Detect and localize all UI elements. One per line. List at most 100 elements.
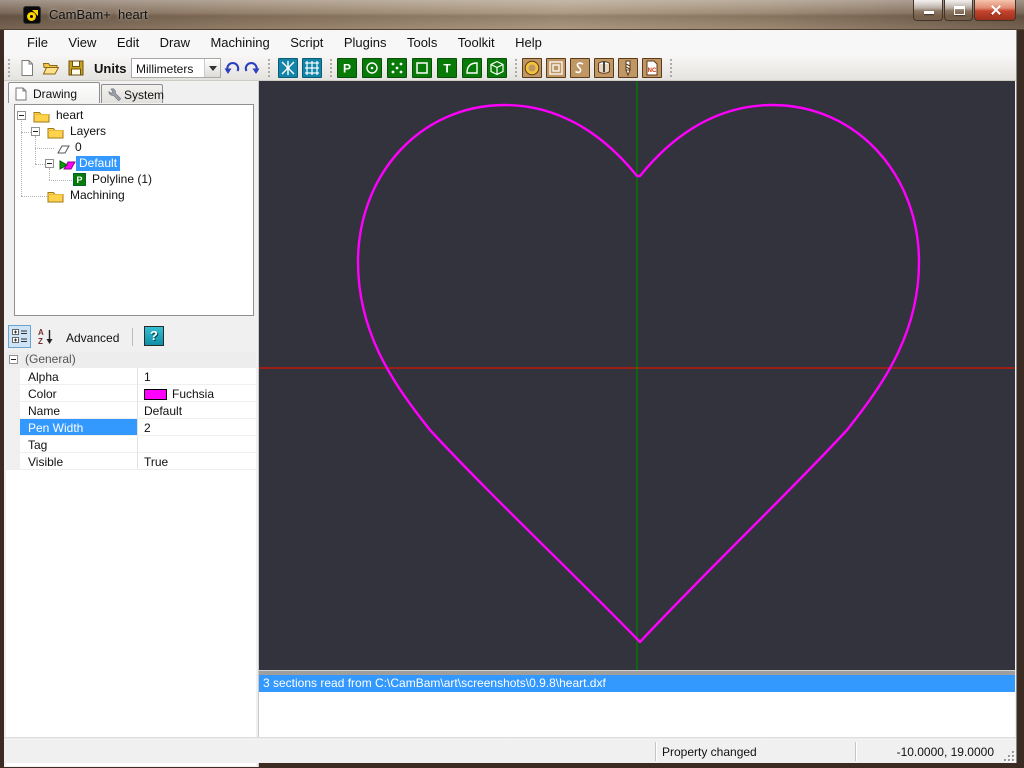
menu-draw[interactable]: Draw [152, 30, 198, 54]
property-name[interactable]: Name [20, 402, 138, 418]
property-name[interactable]: Alpha [20, 368, 138, 384]
minimize-icon [924, 11, 934, 14]
tree-row-polyline: P Polyline (1) [15, 172, 253, 188]
resize-grip[interactable] [1001, 748, 1014, 761]
new-file-icon[interactable] [18, 59, 36, 77]
property-category-label: (General) [25, 352, 76, 366]
property-value[interactable]: 2 [139, 419, 256, 435]
toolbar-grip[interactable] [670, 59, 674, 77]
tree-item-machining[interactable]: Machining [67, 188, 128, 203]
property-grid: (General) Alpha 1 Color Fuchsia Name Def… [6, 352, 256, 766]
tab-drawing[interactable]: Drawing [8, 82, 100, 103]
units-label: Units [94, 61, 127, 76]
close-icon [990, 4, 1002, 16]
toolbar-separator [132, 328, 133, 346]
draw-surface-icon[interactable] [462, 58, 482, 78]
draw-points-icon[interactable] [387, 58, 407, 78]
property-name[interactable]: Tag [20, 436, 138, 452]
help-button[interactable]: ? [144, 326, 164, 346]
tab-system-label: System [124, 88, 165, 102]
collapse-box[interactable] [31, 127, 40, 136]
drawing-canvas[interactable] [259, 81, 1015, 670]
menu-script[interactable]: Script [282, 30, 331, 54]
menu-machining[interactable]: Machining [202, 30, 277, 54]
drawing-tree: heart Layers 0 Default P Polyline (1) Ma… [14, 104, 254, 316]
property-value[interactable] [139, 436, 256, 452]
property-name[interactable]: Pen Width [20, 419, 138, 435]
tree-item-layers[interactable]: Layers [67, 124, 109, 139]
tree-row-layers: Layers [15, 124, 253, 140]
property-name[interactable]: Color [20, 385, 138, 401]
close-button[interactable] [974, 0, 1016, 21]
property-value[interactable]: Fuchsia [139, 385, 256, 401]
property-value[interactable]: True [139, 453, 256, 469]
tree-row-default: Default [15, 156, 253, 172]
menu-plugins[interactable]: Plugins [336, 30, 395, 54]
tab-drawing-label: Drawing [33, 87, 78, 101]
undo-icon[interactable] [224, 59, 242, 77]
log-panel[interactable] [259, 692, 1015, 737]
menu-help[interactable]: Help [507, 30, 550, 54]
svg-text:P: P [343, 62, 351, 76]
properties-toolbar: AZ Advanced ? [4, 322, 258, 352]
log-message-selected[interactable]: 3 sections read from C:\CamBam\art\scree… [259, 675, 1015, 692]
property-row-color: Color Fuchsia [6, 385, 256, 402]
units-combobox[interactable]: Millimeters [131, 58, 221, 78]
alphabetical-sort-button[interactable]: AZ [34, 325, 57, 348]
property-value[interactable]: 1 [139, 368, 256, 384]
tree-row-heart: heart [15, 108, 253, 124]
tree-item-default[interactable]: Default [76, 156, 121, 171]
toolbar-grip[interactable] [330, 59, 334, 77]
menu-toolkit[interactable]: Toolkit [450, 30, 503, 54]
window-title: CamBam+ heart [49, 7, 148, 22]
minimize-button[interactable] [913, 0, 943, 21]
collapse-box[interactable] [45, 159, 54, 168]
redo-icon[interactable] [243, 59, 261, 77]
save-file-icon[interactable] [67, 59, 85, 77]
property-value[interactable]: Default [139, 402, 256, 418]
mop-3d-profile-icon[interactable] [594, 58, 614, 78]
wrench-icon [108, 87, 122, 104]
tree-row-layer0: 0 [15, 140, 253, 156]
advanced-button[interactable]: Advanced [66, 331, 119, 345]
gcode-output-icon[interactable]: NC [642, 58, 662, 78]
property-row-tag: Tag [6, 436, 256, 453]
svg-text:A: A [38, 328, 44, 337]
tree-item-polyline[interactable]: Polyline (1) [89, 172, 155, 187]
categorized-view-button[interactable] [8, 325, 31, 348]
collapse-box[interactable] [9, 355, 18, 364]
menu-edit[interactable]: Edit [109, 30, 147, 54]
tree-item-heart[interactable]: heart [53, 108, 86, 123]
property-category-row[interactable]: (General) [6, 352, 256, 368]
draw-rectangle-icon[interactable] [412, 58, 432, 78]
drawing-page-icon [15, 87, 27, 104]
mop-pocket-icon[interactable] [546, 58, 566, 78]
toolbar-grip[interactable] [8, 59, 12, 77]
property-name[interactable]: Visible [20, 453, 138, 469]
mop-engrave-icon[interactable] [570, 58, 590, 78]
units-dropdown-arrow-icon[interactable] [204, 59, 220, 77]
draw-polyline-icon[interactable]: P [337, 58, 357, 78]
open-file-icon[interactable] [42, 59, 60, 77]
draw-3d-object-icon[interactable] [487, 58, 507, 78]
maximize-button[interactable] [944, 0, 973, 21]
main-toolbar: Units Millimeters P T NC [4, 55, 1016, 81]
tab-system[interactable]: System [101, 84, 165, 104]
draw-circle-icon[interactable] [362, 58, 382, 78]
draw-text-icon[interactable]: T [437, 58, 457, 78]
toolbar-grip[interactable] [515, 59, 519, 77]
snap-to-points-icon[interactable] [278, 58, 298, 78]
mop-profile-icon[interactable] [522, 58, 542, 78]
property-row-name: Name Default [6, 402, 256, 419]
menu-view[interactable]: View [60, 30, 104, 54]
menu-bar: File View Edit Draw Machining Script Plu… [4, 30, 1016, 55]
collapse-box[interactable] [17, 111, 26, 120]
desktop: { "window": { "title": "CamBam+ heart" }… [0, 0, 1024, 768]
tree-item-layer0[interactable]: 0 [72, 140, 85, 155]
menu-file[interactable]: File [19, 30, 56, 54]
mop-drill-icon[interactable] [618, 58, 638, 78]
toolbar-grip[interactable] [268, 59, 272, 77]
title-bar[interactable]: CamBam+ heart [0, 0, 1024, 30]
menu-tools[interactable]: Tools [399, 30, 445, 54]
snap-to-grid-icon[interactable] [302, 58, 322, 78]
